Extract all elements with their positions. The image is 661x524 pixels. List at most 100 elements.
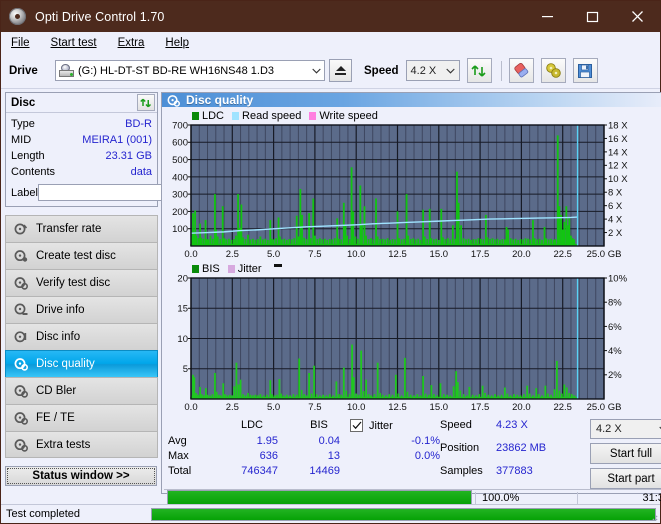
menu-item-file[interactable]: File: [9, 36, 32, 50]
minimize-icon[interactable]: [525, 1, 570, 32]
stats-grid: LDC BIS Jitter Avg 1.95 0.04 -: [168, 419, 440, 477]
chevron-down-icon: [443, 66, 459, 76]
refresh-button[interactable]: [467, 58, 492, 83]
sidebar-item-label: Drive info: [36, 304, 85, 316]
svg-text:17.5: 17.5: [471, 402, 490, 413]
svg-text:12.5: 12.5: [388, 249, 407, 260]
extra-tests-icon: [13, 437, 29, 452]
svg-text:10.0: 10.0: [347, 249, 366, 260]
test-speed-select[interactable]: 4.2 X: [590, 419, 661, 439]
svg-text:16 X: 16 X: [608, 134, 628, 145]
svg-text:8 X: 8 X: [608, 188, 623, 199]
svg-text:4%: 4%: [608, 346, 622, 357]
samples-readout-value: 377883: [496, 465, 586, 477]
svg-text:15: 15: [177, 304, 188, 315]
disc-type-value: BD-R: [73, 116, 152, 132]
disc-write-icon: [13, 249, 29, 264]
menu-item-start-test[interactable]: Start test: [49, 36, 99, 50]
sidebar-item-cd-bler[interactable]: CD Bler: [5, 377, 158, 404]
sidebar-item-create-test-disc[interactable]: Create test disc: [5, 242, 158, 269]
app-window: Opti Drive Control 1.70 File Start test …: [0, 0, 661, 524]
svg-text:2.5: 2.5: [226, 249, 239, 260]
sidebar-item-disc-quality[interactable]: Disc quality: [5, 350, 158, 377]
stats-row-avg-ldc: 1.95: [216, 435, 288, 447]
jitter-checkbox[interactable]: [350, 419, 363, 432]
stats-header-jitter: Jitter: [350, 419, 440, 432]
svg-text:10: 10: [177, 334, 188, 345]
svg-text:15.0: 15.0: [430, 249, 449, 260]
stats-row-max-bis: 13: [288, 450, 350, 462]
disc-contents-key: Contents: [11, 164, 73, 180]
svg-text:17.5: 17.5: [471, 249, 490, 260]
stats-row-max-jitter: 0.0%: [350, 450, 440, 462]
position-readout-key: Position: [440, 442, 496, 454]
stats-readout: Speed 4.23 X Position 23862 MB Samples 3…: [440, 419, 590, 489]
start-full-button[interactable]: Start full: [590, 443, 661, 464]
menu-item-extra[interactable]: Extra: [116, 36, 147, 50]
speed-select-value: 4.2 X: [411, 65, 437, 77]
erase-button[interactable]: [509, 58, 534, 83]
svg-text:25.0 GB: 25.0 GB: [587, 249, 622, 260]
disc-info-row-contents: Contents data: [11, 164, 152, 180]
menu-item-help[interactable]: Help: [163, 36, 191, 50]
sidebar-item-drive-info[interactable]: Drive info: [5, 296, 158, 323]
sidebar-item-fe-te[interactable]: FE / TE: [5, 404, 158, 431]
sidebar-item-disc-info[interactable]: Disc info: [5, 323, 158, 350]
resize-grip-icon[interactable]: [648, 511, 658, 521]
maximize-icon[interactable]: [570, 1, 615, 32]
sidebar-item-label: CD Bler: [36, 385, 76, 397]
start-part-button[interactable]: Start part: [590, 468, 661, 489]
stats-header-ldc: LDC: [216, 419, 288, 432]
panel-progress-bar: [167, 490, 472, 505]
eject-button[interactable]: [329, 59, 352, 82]
status-bar: Test completed: [1, 504, 660, 523]
svg-text:5: 5: [183, 364, 188, 375]
svg-text:6 X: 6 X: [608, 201, 623, 212]
disc-type-key: Type: [11, 116, 73, 132]
app-disc-icon: [9, 8, 26, 25]
drive-label: Drive: [9, 65, 55, 77]
menu-item-extra-label: Extra: [118, 37, 145, 49]
main-content: Disc Type BD-R MID MEIR: [1, 89, 660, 494]
bis-chart[interactable]: 51015202%4%6%8%10%0.02.55.07.510.012.515…: [164, 275, 646, 415]
drive-select[interactable]: (G:) HL-DT-ST BD-RE WH16NS48 1.D3: [55, 60, 325, 81]
status-window-button[interactable]: Status window >>: [5, 466, 157, 486]
svg-text:7.5: 7.5: [308, 402, 321, 413]
charts-area: LDC Read speed Write speed 1002003: [162, 107, 661, 415]
stats-header-bis: BIS: [288, 419, 350, 432]
stats-table: LDC BIS Jitter Avg 1.95 0.04 -: [168, 419, 440, 489]
chevron-down-icon: [308, 66, 324, 76]
sidebar-item-label: FE / TE: [36, 412, 75, 424]
sidebar-item-verify-test-disc[interactable]: Verify test disc: [5, 269, 158, 296]
panel-title: Disc quality: [186, 93, 253, 107]
drive-device-icon: [59, 64, 74, 77]
svg-text:100: 100: [172, 224, 188, 235]
close-icon[interactable]: [615, 1, 660, 32]
window-title: Opti Drive Control 1.70: [35, 10, 164, 24]
main-panel-container: Disc quality LDC Read speed: [161, 89, 661, 494]
svg-text:0.0: 0.0: [184, 402, 197, 413]
legend-item-jitter: Jitter: [228, 263, 262, 275]
sidebar-item-extra-tests[interactable]: Extra tests: [5, 431, 158, 458]
svg-text:200: 200: [172, 207, 188, 218]
toolbar-separator: [501, 61, 502, 81]
disc-info-row-length: Length 23.31 GB: [11, 148, 152, 164]
svg-text:10.0: 10.0: [347, 402, 366, 413]
legend-label-ldc: LDC: [202, 110, 224, 122]
svg-text:2%: 2%: [608, 370, 622, 381]
disc-info-box: Disc Type BD-R MID MEIR: [5, 92, 158, 207]
refresh-icon: [140, 97, 152, 109]
legend-label-read-speed: Read speed: [242, 110, 301, 122]
sidebar-item-transfer-rate[interactable]: Transfer rate: [5, 215, 158, 242]
ldc-chart[interactable]: 1002003004005006007002 X4 X6 X8 X10 X12 …: [164, 122, 646, 262]
ldc-chart-container: LDC Read speed Write speed 1002003: [164, 109, 661, 262]
save-button[interactable]: [573, 58, 598, 83]
speed-select[interactable]: 4.2 X: [406, 60, 460, 81]
disc-info-rows: Type BD-R MID MEIRA1 (001) Length 23.31 …: [6, 113, 157, 206]
bitsetting-icon: [545, 62, 562, 79]
disc-refresh-button[interactable]: [137, 94, 155, 111]
bitsetting-button[interactable]: [541, 58, 566, 83]
svg-text:20.0: 20.0: [512, 402, 531, 413]
status-bar-text: Test completed: [1, 508, 151, 520]
svg-text:25.0 GB: 25.0 GB: [587, 402, 622, 413]
